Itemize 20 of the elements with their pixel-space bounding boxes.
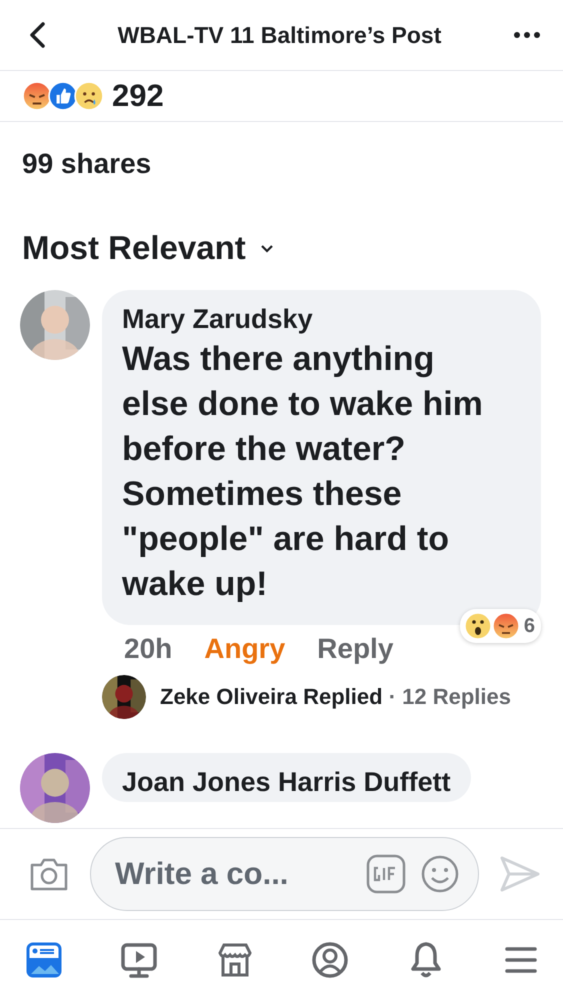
chevron-icon[interactable]	[260, 244, 274, 252]
sort-label[interactable]: Most Relevant	[22, 229, 246, 267]
replies-summary[interactable]: Zeke Oliveira Replied · 12 Replies	[160, 684, 511, 710]
post-title: WBAL-TV 11 Baltimore’s Post	[116, 22, 442, 48]
comment-field[interactable]: Write a co...	[113, 855, 352, 893]
gif-icon[interactable]	[366, 854, 406, 894]
comment-author[interactable]: Mary Zarudsky	[122, 304, 521, 335]
reaction-pill[interactable]: 6	[460, 609, 541, 643]
comment-time: 20h	[124, 633, 172, 665]
more-icon[interactable]	[513, 31, 541, 39]
feed-tab-icon[interactable]	[24, 940, 64, 980]
back-icon[interactable]	[28, 21, 46, 49]
comment-box[interactable]: Write a co...	[90, 837, 479, 911]
share-count[interactable]: 99 shares	[0, 122, 563, 206]
smiley-icon[interactable]	[420, 854, 460, 894]
comment-author[interactable]: Joan Jones Harris Duffett	[122, 767, 451, 798]
reaction-count[interactable]: 292	[112, 78, 164, 114]
profile-tab-icon[interactable]	[310, 940, 350, 980]
reply-link[interactable]: Reply	[317, 633, 394, 665]
comment-text: Was there anything else done to wake him before the water? Sometimes these "people" are hard to wake up!	[122, 339, 484, 605]
